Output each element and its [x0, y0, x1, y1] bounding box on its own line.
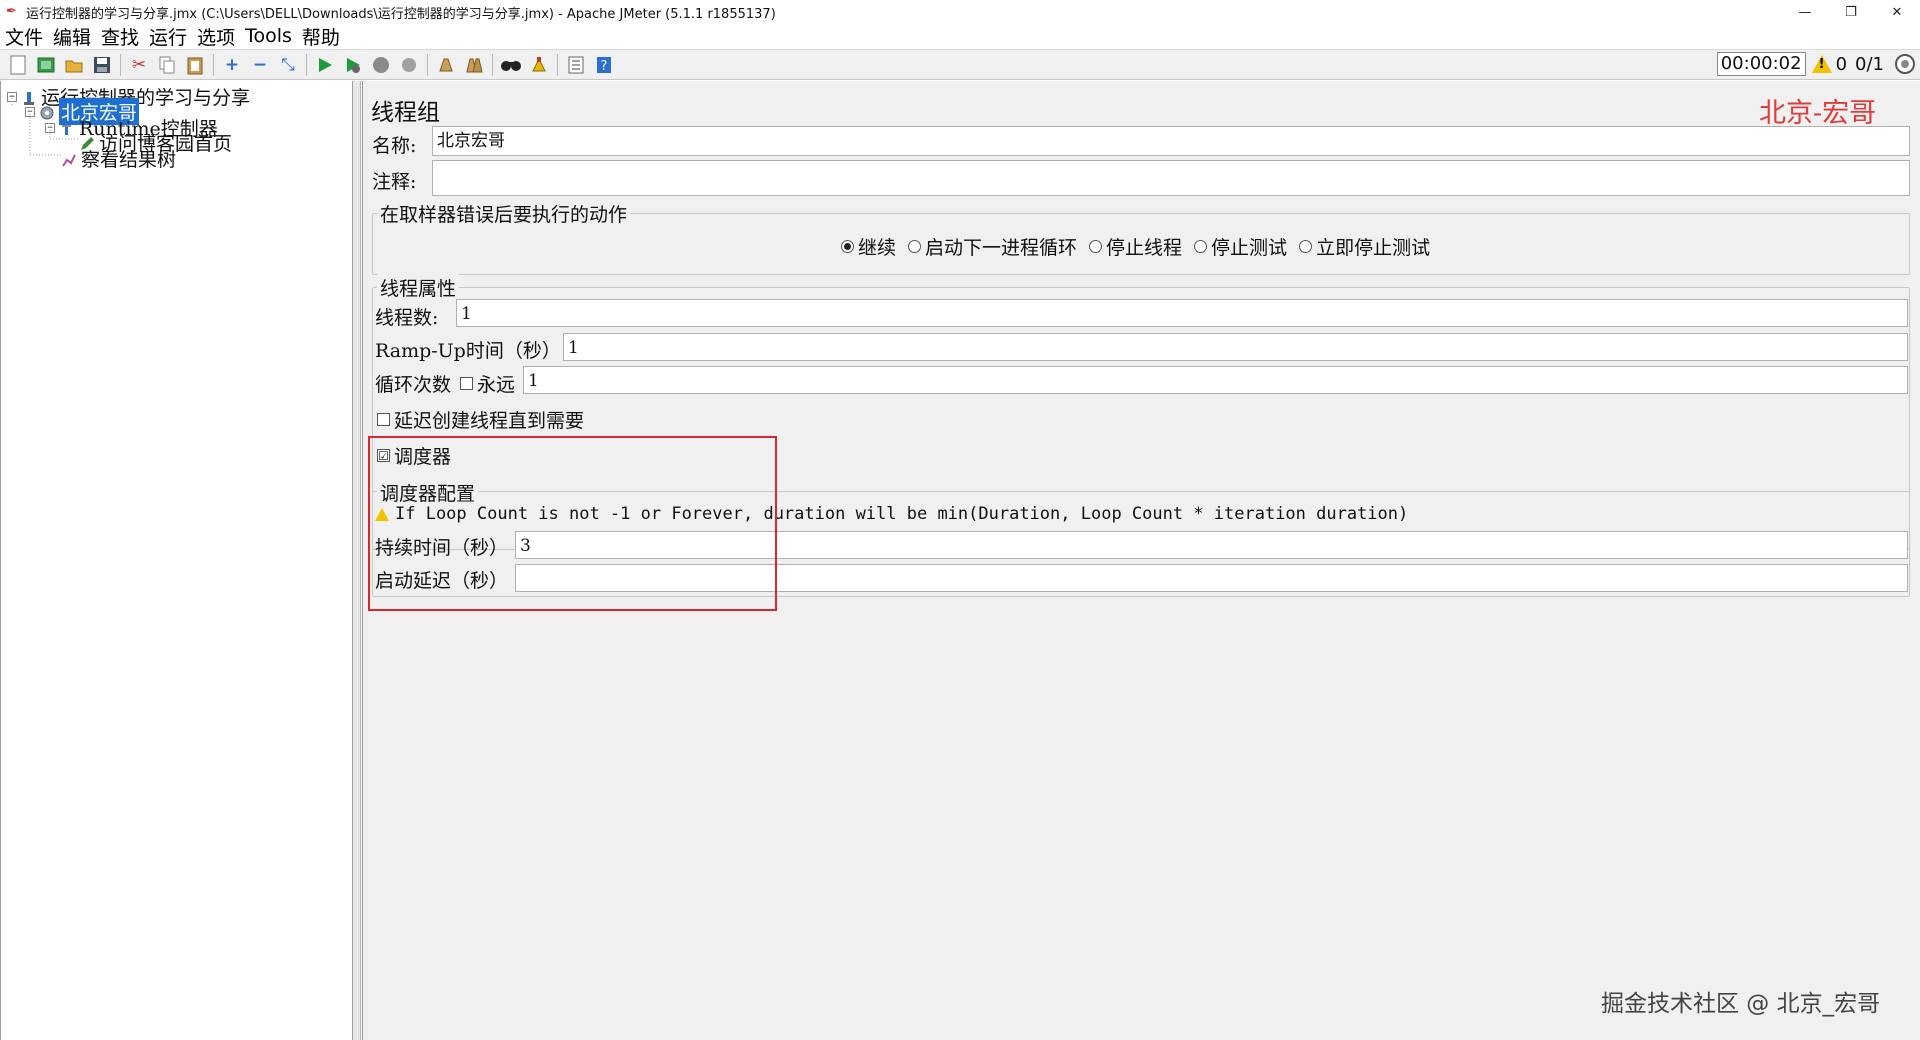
menu-edit[interactable]: 编辑	[48, 23, 96, 50]
collapse-icon[interactable]: −	[247, 52, 273, 78]
cut-icon[interactable]: ✂	[126, 52, 152, 78]
clear-all-icon[interactable]	[461, 52, 487, 78]
tree-connectors	[11, 95, 79, 156]
copy-icon[interactable]	[154, 52, 180, 78]
menu-help[interactable]: 帮助	[297, 23, 345, 50]
brand-label: 北京-宏哥	[1759, 98, 1877, 129]
toggle-icon[interactable]: ⤡	[275, 52, 301, 78]
menu-search[interactable]: 查找	[96, 23, 144, 50]
search-icon[interactable]	[498, 52, 524, 78]
test-plan-tree: − 运行控制器的学习与分享 − 北京宏哥 − Runtime控制器 访问博客园首…	[0, 81, 353, 1040]
highlight-box	[368, 436, 777, 611]
menu-tools[interactable]: Tools	[240, 25, 297, 47]
clear-icon[interactable]	[433, 52, 459, 78]
warning-icon[interactable]	[1811, 55, 1832, 73]
paste-icon[interactable]	[182, 52, 208, 78]
reset-search-icon[interactable]	[526, 52, 552, 78]
comment-label: 注释:	[372, 171, 417, 193]
rampup-label: Ramp-Up时间（秒）:	[375, 340, 568, 362]
window-titlebar: ✒ 运行控制器的学习与分享.jmx (C:\Users\DELL\Downloa…	[0, 0, 1920, 24]
panel-splitter[interactable]	[353, 81, 361, 1040]
menu-file[interactable]: 文件	[0, 23, 48, 50]
status-indicator-icon	[1895, 54, 1915, 74]
new-icon[interactable]	[5, 52, 31, 78]
checkbox-box	[460, 377, 473, 390]
jmeter-feather-icon: ✒	[6, 4, 17, 19]
watermark: 掘金技术社区 @ 北京_宏哥	[1601, 991, 1881, 1017]
templates-icon[interactable]	[33, 52, 59, 78]
radio-stop-thread[interactable]: 停止线程	[1089, 233, 1182, 260]
checkbox-box	[377, 413, 390, 426]
delay-thread-creation-checkbox[interactable]: 延迟创建线程直到需要	[377, 406, 584, 433]
error-action-radios: 继续 启动下一进程循环 停止线程 停止测试 立即停止测试	[841, 233, 1442, 260]
minimize-button[interactable]: —	[1782, 0, 1828, 24]
radio-stop-test-now[interactable]: 立即停止测试	[1299, 233, 1430, 260]
radio-stop-test[interactable]: 停止测试	[1194, 233, 1287, 260]
window-title: 运行控制器的学习与分享.jmx (C:\Users\DELL\Downloads…	[26, 6, 776, 22]
open-icon[interactable]	[61, 52, 87, 78]
start-icon[interactable]	[312, 52, 338, 78]
comment-field[interactable]	[432, 160, 1910, 196]
restore-button[interactable]: ❐	[1828, 0, 1874, 24]
loop-label: 循环次数	[375, 374, 452, 396]
name-field[interactable]: 北京宏哥	[432, 126, 1910, 156]
menu-bar: 文件 编辑 查找 运行 选项 Tools 帮助	[0, 23, 1920, 50]
warning-count: 0	[1835, 53, 1848, 75]
toolbar: ✂ + − ⤡ ? 00:00:02 0 0/1	[0, 49, 1920, 80]
radio-continue[interactable]: 继续	[841, 233, 896, 260]
active-threads: 0/1	[1855, 53, 1884, 75]
help-icon[interactable]: ?	[591, 52, 617, 78]
save-icon[interactable]	[89, 52, 115, 78]
rampup-field[interactable]: 1	[563, 333, 1908, 361]
radio-start-next-loop[interactable]: 启动下一进程循环	[908, 233, 1077, 260]
function-helper-icon[interactable]	[563, 52, 589, 78]
svg-text:?: ?	[601, 59, 608, 74]
forever-checkbox[interactable]: 永远	[460, 370, 515, 397]
threads-label: 线程数:	[375, 307, 439, 329]
shutdown-icon[interactable]	[396, 52, 422, 78]
stop-icon[interactable]	[368, 52, 394, 78]
page-title: 线程组	[371, 100, 440, 126]
menu-options[interactable]: 选项	[192, 23, 240, 50]
error-action-title: 在取样器错误后要执行的动作	[377, 200, 631, 227]
name-label: 名称:	[372, 135, 417, 157]
loop-count-field[interactable]: 1	[523, 366, 1908, 394]
thread-properties-title: 线程属性	[377, 274, 460, 301]
start-no-pauses-icon[interactable]	[340, 52, 366, 78]
close-button[interactable]: ✕	[1874, 0, 1920, 24]
elapsed-timer: 00:00:02	[1716, 52, 1806, 76]
threads-field[interactable]: 1	[456, 299, 1908, 327]
menu-run[interactable]: 运行	[144, 23, 192, 50]
expand-icon[interactable]: +	[219, 52, 245, 78]
thread-group-panel: 线程组 北京-宏哥 名称: 北京宏哥 注释: 在取样器错误后要执行的动作 继续 …	[362, 81, 1920, 1040]
